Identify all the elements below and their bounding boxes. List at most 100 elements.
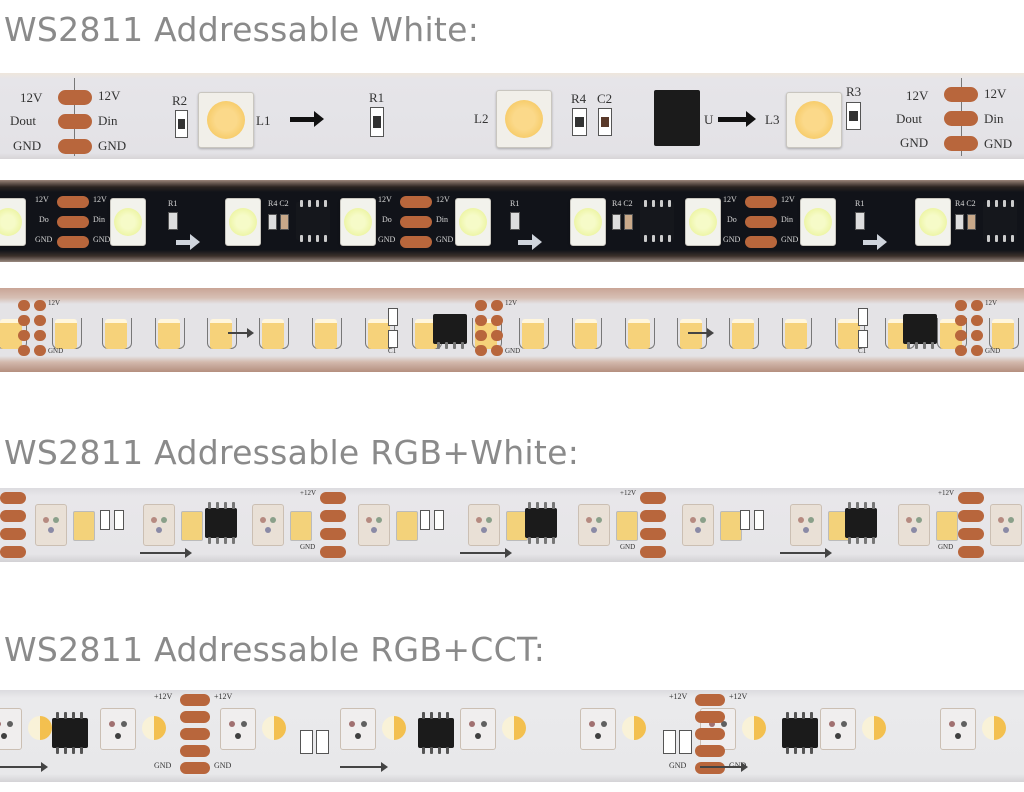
led-2835-warm-white [315, 319, 337, 349]
ic-pin [461, 342, 464, 349]
ic-pin [80, 712, 83, 719]
solder-pad [475, 315, 487, 326]
resistor-r1 [370, 107, 384, 137]
pad-label-gnd: GND [436, 235, 454, 244]
pad-label-12v: 12V [505, 299, 518, 307]
solder-pad [955, 315, 967, 326]
solder-pad [57, 236, 89, 248]
solder-pad [491, 315, 503, 326]
heading-ws2811-white: WS2811 Addressable White: [4, 10, 480, 49]
solder-pad [57, 196, 89, 208]
ws2811-ic-chip [52, 712, 88, 754]
pad-label-gnd: GND [378, 235, 396, 244]
ic-pin [802, 712, 805, 719]
led-cct-dual-white [622, 716, 646, 740]
ic-pin [445, 342, 448, 349]
rgb-die-blue [955, 733, 961, 739]
pad-label-din: Din [98, 113, 118, 128]
ic-pin [224, 502, 227, 509]
pad-label-12v: +12V [214, 692, 233, 701]
rgb-die-blue [695, 527, 701, 533]
pad-label-12v: +12V [154, 692, 173, 701]
data-direction-arrow [460, 548, 512, 558]
pad-label-do: Do [727, 215, 737, 224]
rgb-die-green [596, 517, 602, 523]
ic-pin [872, 537, 875, 544]
resistor-r2 [114, 510, 124, 530]
pad-label-gnd: GND [300, 543, 316, 551]
solder-pad [491, 345, 503, 356]
heading-ws2811-rgbw: WS2811 Addressable RGB+White: [4, 433, 580, 472]
led-5050-rgb [682, 504, 714, 546]
ic-pin [923, 342, 926, 349]
led-cct-dual-white [982, 716, 1006, 740]
pad-label-gnd: GND [938, 543, 954, 551]
ic-pin [80, 747, 83, 754]
rgb-die-blue [265, 527, 271, 533]
led-5050-cool-white [110, 198, 146, 246]
led-lens [804, 208, 832, 236]
rgb-die-red [366, 517, 372, 523]
resistor-r1 [168, 212, 178, 230]
rgb-die-red [949, 721, 955, 727]
resistor-r1 [679, 730, 692, 754]
solder-pad [955, 330, 967, 341]
pad-label-gnd: GND [985, 347, 1001, 355]
ic-pin [802, 747, 805, 754]
ic-pin [810, 712, 813, 719]
data-direction-arrow [718, 111, 756, 127]
rgb-die-green [700, 517, 706, 523]
ic-pin [987, 200, 990, 207]
ic-pin [856, 537, 859, 544]
rgb-die-green [481, 721, 487, 727]
pad-label-12v: 12V [985, 299, 998, 307]
ic-pin [552, 537, 555, 544]
label-l2: L2 [474, 111, 489, 126]
pad-label-do: Do [382, 215, 392, 224]
label-r4-c2: R4 C2 [955, 199, 976, 208]
resistor-r1 [855, 212, 865, 230]
resistor-r3 [846, 102, 861, 130]
ic-pin [72, 747, 75, 754]
pad-label-12v: +12V [300, 489, 317, 497]
solder-pad [640, 492, 666, 504]
ic-pin [544, 502, 547, 509]
ic-pin [422, 712, 425, 719]
label-c2: C2 [597, 91, 613, 106]
resistor-r1 [100, 510, 110, 530]
resistor-r1 [858, 308, 868, 326]
ic-pin [300, 200, 303, 207]
led-5050-warm-white [786, 92, 842, 148]
ic-pin [644, 235, 647, 242]
solder-pad [400, 216, 432, 228]
solder-pad [958, 492, 984, 504]
rgb-die-red [0, 721, 1, 727]
led-2835-white [181, 511, 203, 541]
led-5050-cool-white [0, 198, 26, 246]
pad-label-gnd-left: GND [13, 138, 42, 153]
solder-pad [320, 510, 346, 522]
led-5050-rgb [990, 504, 1022, 546]
led-5050-rgb [898, 504, 930, 546]
rgb-die-green [961, 721, 967, 727]
data-direction-arrow [228, 328, 254, 338]
solder-pad [971, 330, 983, 341]
rgb-die-blue [591, 527, 597, 533]
pad-label-12v-right: 12V [98, 88, 121, 103]
ic-pin [300, 235, 303, 242]
pad-label-din: Din [781, 215, 793, 224]
ic-pin [232, 537, 235, 544]
solder-pad [180, 762, 210, 774]
heading-ws2811-rgbcct: WS2811 Addressable RGB+CCT: [4, 630, 546, 669]
ws2811-ic-chip [983, 200, 1017, 242]
pad-label-12v: 12V [723, 195, 737, 204]
resistor-r4 [955, 214, 964, 230]
pad-label-12v-left: 12V [20, 90, 43, 105]
pad-label-gnd-left: GND [900, 135, 929, 150]
pad-label-gnd-right: GND [98, 138, 127, 153]
pad-label-dout: Dout [896, 111, 922, 126]
ic-pin [652, 235, 655, 242]
rgb-die-red [260, 517, 266, 523]
label-l1: L1 [256, 113, 271, 128]
pad-label-gnd: GND [154, 761, 172, 770]
